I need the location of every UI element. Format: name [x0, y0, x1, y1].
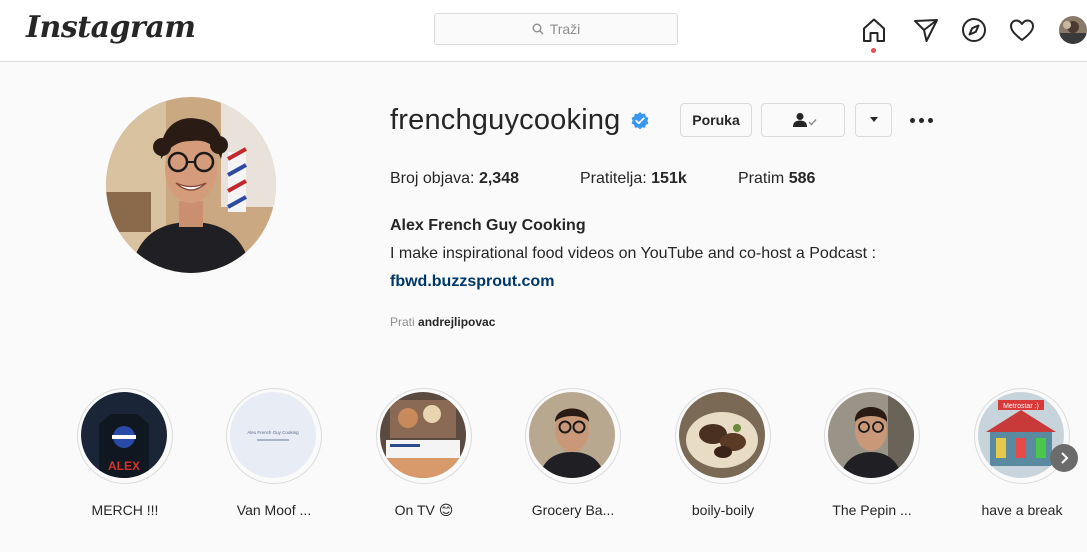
profile-bio: I make inspirational food videos on YouT…	[390, 245, 876, 262]
highlight-label: Grocery Ba...	[531, 502, 615, 518]
profile-avatar[interactable]	[1059, 16, 1087, 44]
search-input[interactable]: Traži	[434, 13, 678, 45]
highlight-cover-text: Metrostar :)	[1003, 403, 1039, 410]
posts-count: Broj objava: 2,348	[390, 170, 519, 187]
profile-stats: Broj objava: 2,348 Pratitelja: 151k Prat…	[390, 170, 815, 188]
highlight-label: boily-boily	[691, 502, 755, 518]
instagram-logo[interactable]: Instagram	[26, 10, 196, 45]
chevron-down-icon	[869, 117, 878, 122]
home-icon[interactable]	[860, 16, 888, 44]
followed-by[interactable]: Prati andrejlipovac	[390, 315, 495, 329]
notification-dot	[871, 48, 876, 53]
search-icon	[532, 23, 544, 35]
following-person-check-icon	[793, 113, 817, 127]
highlight-label: MERCH !!!	[91, 502, 159, 518]
chevron-right-icon	[1061, 452, 1069, 464]
following-button[interactable]	[761, 103, 845, 137]
message-button-label: Poruka	[692, 112, 740, 128]
profile-picture[interactable]	[106, 97, 276, 273]
more-dot	[909, 117, 915, 123]
direct-icon[interactable]	[912, 16, 940, 44]
highlight-label: On TV 😊	[394, 502, 454, 518]
verified-badge-icon	[631, 111, 648, 129]
highlight-label: Van Moof ...	[236, 502, 312, 518]
profile-full-name: Alex French Guy Cooking	[390, 217, 586, 234]
highlight-label: The Pepin ...	[832, 502, 912, 518]
profile-username: frenchguycooking	[390, 104, 621, 136]
followers-count[interactable]: Pratitelja: 151k	[580, 170, 738, 188]
username-row: frenchguycooking	[390, 104, 650, 137]
suggested-accounts-dropdown[interactable]	[855, 103, 892, 137]
profile-website-link[interactable]: fbwd.buzzsprout.com	[390, 273, 554, 291]
highlight-cover: ALEX	[81, 392, 167, 478]
more-dot	[927, 117, 933, 123]
highlight-cover	[679, 392, 765, 478]
highlight-cover	[529, 392, 615, 478]
highlight-cover	[828, 392, 914, 478]
top-navigation-bar: Instagram Traži	[0, 0, 1087, 62]
more-options-button[interactable]	[906, 110, 936, 130]
following-count[interactable]: Pratim 586	[738, 170, 815, 188]
highlight-cover	[380, 392, 466, 478]
search-placeholder: Traži	[549, 21, 581, 37]
highlight-cover-text: Alex French Guy Cooking	[247, 430, 299, 435]
highlights-next-arrow[interactable]	[1050, 444, 1078, 472]
highlight-cover-text: ALEX	[108, 459, 140, 473]
explore-icon[interactable]	[960, 16, 988, 44]
more-dot	[918, 117, 924, 123]
activity-heart-icon[interactable]	[1008, 16, 1036, 44]
highlight-label: have a break	[981, 502, 1063, 518]
highlight-cover: Alex French Guy Cooking	[230, 392, 316, 478]
message-button[interactable]: Poruka	[680, 103, 752, 137]
